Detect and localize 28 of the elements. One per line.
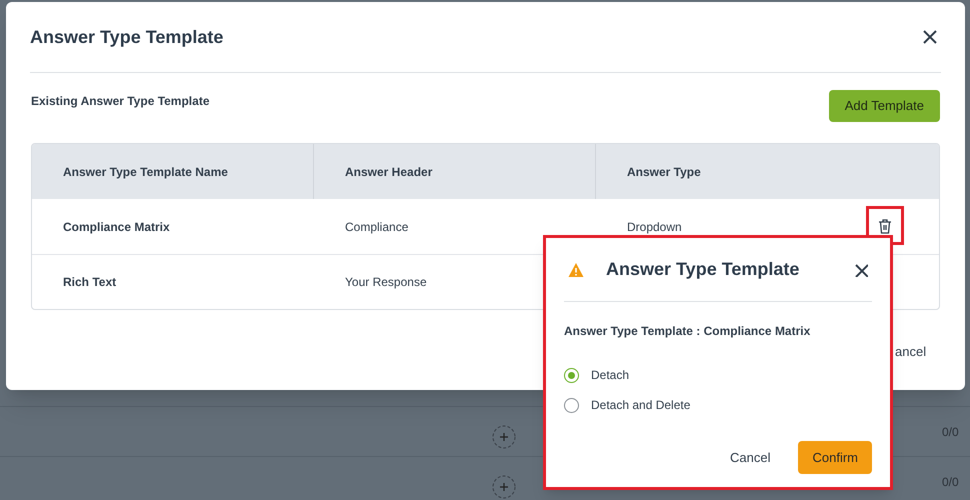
count-text: 0/0 bbox=[942, 474, 959, 491]
radio-button[interactable] bbox=[564, 398, 579, 412]
warning-icon bbox=[568, 262, 584, 277]
table-cell-text: Rich Text bbox=[63, 274, 116, 291]
dialog-message: Answer Type Template : Compliance Matrix bbox=[564, 323, 812, 340]
cancel-button[interactable]: ancel bbox=[895, 342, 926, 362]
radio-button[interactable] bbox=[564, 368, 579, 382]
table-cell-text: Compliance Matrix bbox=[63, 218, 170, 236]
close-icon[interactable] bbox=[854, 262, 868, 276]
radio-option[interactable]: Detach and Delete bbox=[564, 396, 872, 414]
radio-option[interactable]: Detach bbox=[564, 366, 872, 384]
column-header: Answer Header bbox=[314, 144, 596, 199]
confirm-button[interactable]: Confirm bbox=[798, 441, 872, 474]
section-label: Existing Answer Type Template bbox=[31, 93, 210, 110]
column-header: Answer Type Template Name bbox=[32, 144, 314, 199]
table-cell-text: Dropdown bbox=[627, 218, 682, 236]
add-template-button[interactable]: Add Template bbox=[828, 90, 940, 122]
dialog-title: Answer Type Template bbox=[606, 258, 800, 281]
add-icon[interactable] bbox=[492, 425, 516, 449]
close-icon[interactable] bbox=[922, 29, 938, 45]
table-cell-text: Compliance bbox=[345, 218, 408, 236]
trash-icon[interactable] bbox=[877, 218, 893, 234]
column-header: Answer Type bbox=[626, 164, 702, 180]
table-cell-text: Your Response bbox=[345, 274, 427, 291]
add-icon[interactable] bbox=[492, 475, 516, 499]
modal-title: Answer Type Template bbox=[30, 26, 224, 49]
cancel-button[interactable]: Cancel bbox=[726, 441, 774, 474]
count-text: 0/0 bbox=[942, 424, 959, 441]
